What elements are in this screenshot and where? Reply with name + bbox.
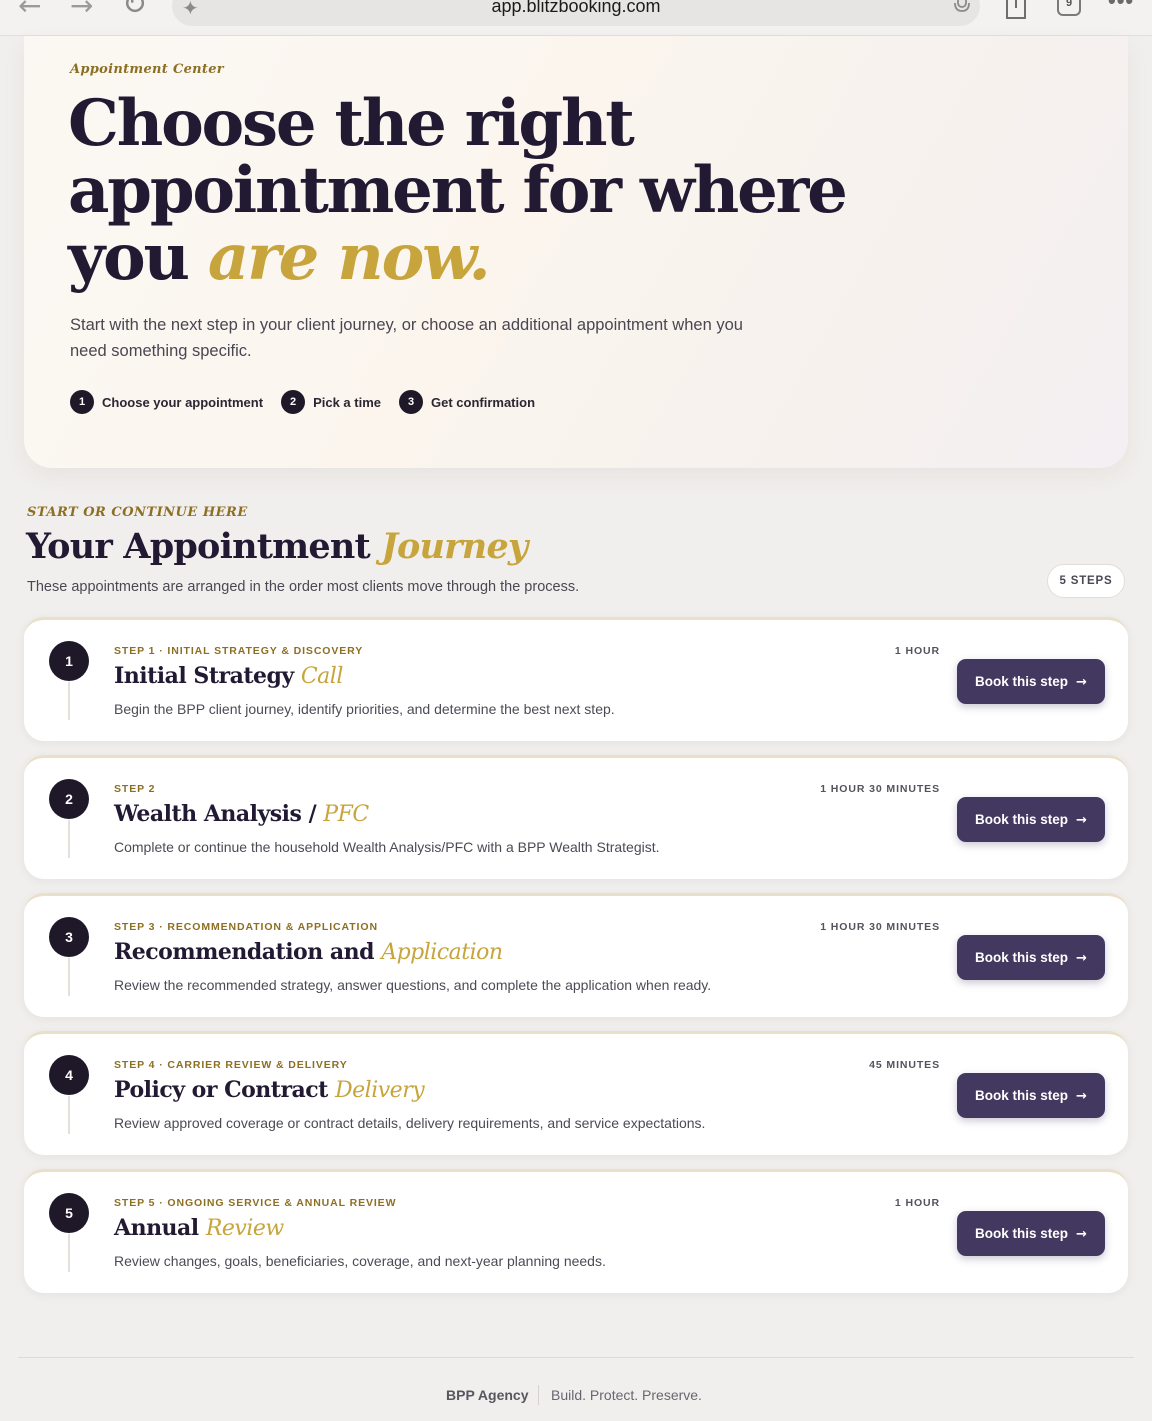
book-step-button[interactable]: Book this step → [957, 797, 1105, 842]
step-number-badge: 4 [49, 1055, 89, 1095]
arrow-right-icon: → [1076, 951, 1087, 966]
arrow-right-icon: → [1076, 1089, 1087, 1104]
stepper-number: 3 [399, 390, 423, 414]
book-step-button[interactable]: Book this step → [957, 659, 1105, 704]
step-description: Begin the BPP client journey, identify p… [114, 701, 615, 717]
step-title: Policy or Contract Delivery [114, 1077, 425, 1103]
step-number-badge: 5 [49, 1193, 89, 1233]
hero-eyebrow: Appointment Center [70, 62, 224, 77]
hero-subtitle: Start with the next step in your client … [70, 316, 743, 360]
steps-count-badge: 5 STEPS [1047, 564, 1125, 598]
stepper-label: Get confirmation [431, 394, 536, 410]
book-step-button-label: Book this step [975, 1088, 1069, 1103]
step-duration: 1 HOUR [894, 645, 940, 657]
more-icon[interactable]: ••• [1108, 0, 1134, 14]
step-description: Review changes, goals, beneficiaries, co… [114, 1253, 606, 1269]
microphone-icon[interactable] [952, 0, 972, 16]
step-title: Initial Strategy Call [114, 663, 343, 689]
tabs-icon[interactable]: 9 [1057, 0, 1081, 16]
step-title: Annual Review [114, 1215, 284, 1241]
journey-title-main: Your Appointment [26, 526, 382, 567]
step-title-main: Policy or Contract [114, 1077, 336, 1103]
stepper-label: Choose your appointment [102, 394, 264, 410]
book-step-button-label: Book this step [975, 1226, 1069, 1241]
step-connector [68, 682, 70, 720]
step-duration: 1 HOUR 30 MINUTES [820, 783, 940, 795]
step-number-badge: 1 [49, 641, 89, 681]
stepper-number: 1 [70, 390, 94, 414]
step-title-main: Initial Strategy [114, 663, 301, 689]
step-connector [68, 958, 70, 996]
footer-tagline: Build. Protect. Preserve. [551, 1387, 702, 1403]
arrow-right-icon: → [1076, 675, 1087, 690]
book-step-button[interactable]: Book this step → [957, 1073, 1105, 1118]
hero-card: Appointment Center Choose the right appo… [24, 36, 1128, 468]
stepper-item: 1 Choose your appointment [70, 390, 263, 414]
step-card: 5 STEP 5 · ONGOING SERVICE & ANNUAL REVI… [24, 1169, 1128, 1293]
step-title-accent: Review [205, 1216, 284, 1241]
step-card: 4 STEP 4 · CARRIER REVIEW & DELIVERY Pol… [24, 1031, 1128, 1155]
hero-title: Choose the right appointment for where y… [68, 90, 888, 291]
stepper-item: 3 Get confirmation [399, 390, 535, 414]
step-description: Review the recommended strategy, answer … [114, 977, 712, 993]
step-eyebrow: STEP 4 · CARRIER REVIEW & DELIVERY [114, 1059, 348, 1071]
step-description: Review approved coverage or contract det… [114, 1115, 706, 1131]
book-step-button[interactable]: Book this step → [957, 1211, 1105, 1256]
hero-title-accent: are now. [207, 220, 491, 295]
step-duration: 45 MINUTES [869, 1059, 940, 1071]
step-title-main: Wealth Analysis / [114, 801, 324, 827]
step-description: Complete or continue the household Wealt… [114, 839, 660, 855]
book-step-button-label: Book this step [975, 812, 1069, 827]
step-title-main: Recommendation and [114, 939, 382, 965]
step-card: 3 STEP 3 · RECOMMENDATION & APPLICATION … [24, 893, 1128, 1017]
stepper-label: Pick a time [313, 394, 381, 410]
journey-eyebrow: START OR CONTINUE HERE [27, 505, 248, 520]
book-step-button-label: Book this step [975, 950, 1069, 965]
step-card: 1 STEP 1 · INITIAL STRATEGY & DISCOVERY … [24, 617, 1128, 741]
footer-divider-line [18, 1357, 1134, 1358]
step-title: Recommendation and Application [114, 939, 503, 965]
stepper-number: 2 [281, 390, 306, 414]
stepper-item: 2 Pick a time [281, 390, 381, 414]
step-number-badge: 2 [49, 779, 89, 819]
book-step-button-label: Book this step [975, 674, 1069, 689]
footer-separator [538, 1385, 539, 1405]
step-title-accent: Application [381, 940, 503, 965]
step-number-badge: 3 [49, 917, 89, 957]
step-duration: 1 HOUR [894, 1197, 940, 1209]
step-title-accent: PFC [323, 802, 369, 827]
step-eyebrow: STEP 5 · ONGOING SERVICE & ANNUAL REVIEW [114, 1197, 397, 1209]
step-eyebrow: STEP 1 · INITIAL STRATEGY & DISCOVERY [114, 645, 364, 657]
url-text[interactable]: app.blitzbooking.com [0, 0, 1152, 17]
step-title: Wealth Analysis / PFC [114, 801, 369, 827]
step-eyebrow: STEP 2 [114, 783, 156, 795]
step-card: 2 STEP 2 Wealth Analysis / PFC Complete … [24, 755, 1128, 879]
journey-subtitle: These appointments are arranged in the o… [27, 579, 580, 595]
step-duration: 1 HOUR 30 MINUTES [820, 921, 940, 933]
step-title-accent: Call [300, 664, 344, 689]
step-connector [68, 820, 70, 858]
booking-stepper: 1 Choose your appointment 2 Pick a time … [70, 390, 553, 414]
arrow-right-icon: → [1076, 813, 1087, 828]
book-step-button[interactable]: Book this step → [957, 935, 1105, 980]
footer-brand[interactable]: BPP Agency [446, 1387, 528, 1403]
browser-toolbar: ← → ↻ ✦ app.blitzbooking.com 9 ••• [0, 0, 1152, 36]
step-title-accent: Delivery [335, 1078, 425, 1103]
journey-title-accent: Journey [381, 526, 528, 567]
journey-title: Your Appointment Journey [26, 526, 528, 567]
step-title-main: Annual [114, 1215, 206, 1241]
step-eyebrow: STEP 3 · RECOMMENDATION & APPLICATION [114, 921, 378, 933]
step-connector [68, 1234, 70, 1272]
arrow-right-icon: → [1076, 1227, 1087, 1242]
step-connector [68, 1096, 70, 1134]
share-icon[interactable] [1003, 0, 1029, 20]
